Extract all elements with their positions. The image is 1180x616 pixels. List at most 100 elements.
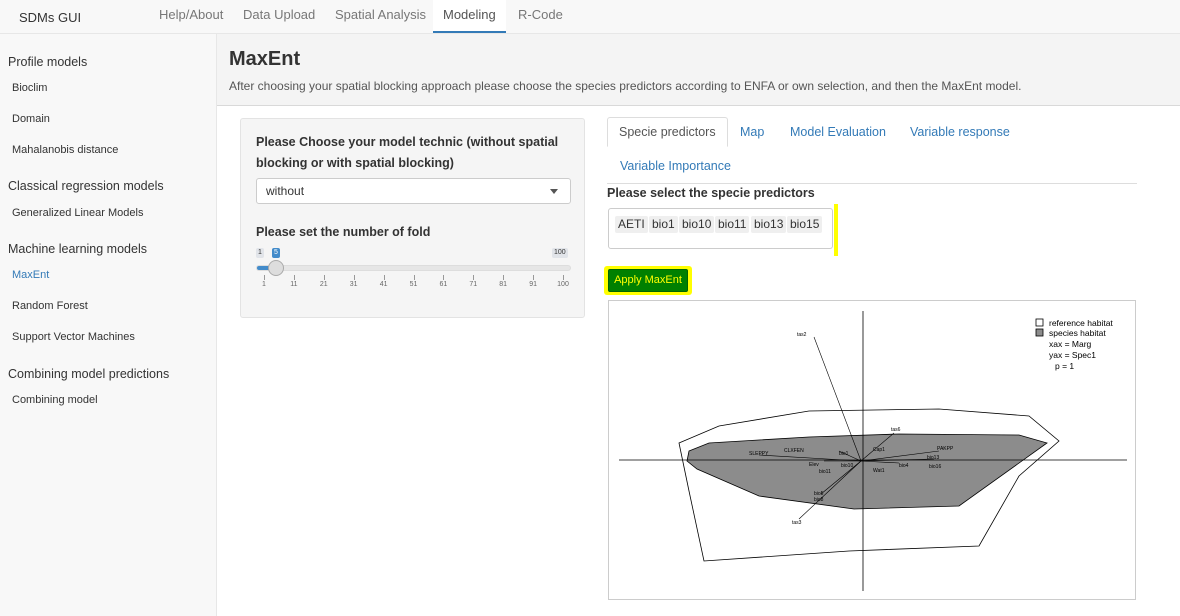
sidebar-item-random-forest[interactable]: Random Forest [12, 300, 88, 312]
svg-text:PAKPP: PAKPP [937, 446, 954, 452]
svg-text:Cap1: Cap1 [873, 447, 885, 453]
tab-specie-predictors[interactable]: Specie predictors [607, 117, 728, 147]
slider-tick-label: 1 [262, 281, 266, 288]
slider-tick-label: 11 [290, 281, 298, 288]
legend-yax-label: yax = Spec1 [1049, 350, 1096, 360]
technic-label-line2: blocking or with spatial blocking) [256, 156, 454, 170]
svg-text:tas2: tas2 [797, 332, 807, 338]
sidebar-item-mahalanobis[interactable]: Mahalanobis distance [12, 144, 118, 156]
options-panel: Please Choose your model technic (withou… [240, 118, 585, 318]
nav-tab-spatial-analysis[interactable]: Spatial Analysis [325, 0, 436, 33]
nav-tab-help-about[interactable]: Help/About [149, 0, 233, 33]
predictor-chip[interactable]: bio1 [649, 216, 678, 233]
chevron-down-icon [550, 189, 558, 194]
sidebar-item-maxent[interactable]: MaxEnt [12, 269, 49, 281]
technic-label-line1: Please Choose your model technic (withou… [256, 135, 559, 149]
enfa-plot: tas2 tas3 tas6 SLEPPY CLXFEN PAKPP bio13… [608, 300, 1136, 600]
legend-p-label: p = 1 [1055, 361, 1074, 371]
highlight-marker [834, 204, 838, 256]
slider-max-label: 100 [552, 248, 568, 258]
nav-tab-data-upload[interactable]: Data Upload [233, 0, 325, 33]
fold-slider-handle[interactable] [268, 260, 284, 276]
sidebar-item-svm[interactable]: Support Vector Machines [12, 331, 135, 343]
slider-tick [443, 275, 445, 280]
slider-tick [293, 275, 295, 280]
predictor-chip[interactable]: bio13 [751, 216, 787, 233]
enfa-plot-svg: tas2 tas3 tas6 SLEPPY CLXFEN PAKPP bio13… [619, 311, 1127, 591]
slider-tick-label: 61 [439, 281, 448, 288]
slider-tick-label: 41 [379, 281, 388, 288]
predictors-label: Please select the specie predictors [607, 186, 815, 200]
legend-reference-swatch [1035, 318, 1044, 327]
top-navbar: SDMs GUI Help/About Data Upload Spatial … [0, 0, 1180, 34]
nav-tab-modeling[interactable]: Modeling [433, 0, 506, 33]
slider-tick-label: 100 [557, 281, 569, 288]
apply-maxent-button[interactable]: Apply MaxEnt [608, 269, 688, 292]
slider-tick [264, 275, 265, 280]
slider-tick [563, 275, 564, 280]
slider-tick-label: 51 [409, 281, 418, 288]
svg-text:bio13: bio13 [927, 455, 939, 461]
legend-species-label: species habitat [1049, 328, 1106, 338]
svg-text:bio11: bio11 [819, 469, 831, 475]
slider-tick [383, 275, 385, 280]
technic-select-value: without [266, 184, 305, 198]
slider-min-label: 1 [256, 248, 264, 258]
tab-variable-importance[interactable]: Variable Importance [620, 159, 731, 173]
app-brand[interactable]: SDMs GUI [19, 10, 81, 25]
legend-xax-label: xax = Marg [1049, 339, 1092, 349]
svg-text:Elev: Elev [809, 462, 819, 468]
slider-tick [413, 275, 415, 280]
predictor-chip[interactable]: AETI [615, 216, 648, 233]
svg-text:bio4: bio4 [899, 463, 909, 469]
slider-tick [323, 275, 325, 280]
legend-reference-label: reference habitat [1049, 318, 1113, 328]
sidebar-heading-combining: Combining model predictions [8, 367, 170, 381]
slider-tick-label: 31 [349, 281, 358, 288]
slider-tick [533, 275, 535, 280]
sidebar-item-glm[interactable]: Generalized Linear Models [12, 207, 143, 219]
slider-tick-label: 71 [469, 281, 478, 288]
plot-legend: reference habitat species habitat xax = … [1035, 318, 1113, 371]
slider-value-label: 5 [272, 248, 280, 258]
slider-tick-label: 91 [529, 281, 537, 288]
sidebar-heading-profile: Profile models [8, 55, 88, 69]
slider-tick [473, 275, 475, 280]
sidebar: Profile models Bioclim Domain Mahalanobi… [0, 34, 217, 616]
svg-text:bio16: bio16 [929, 464, 941, 470]
svg-text:SLEPPY: SLEPPY [749, 451, 769, 457]
slider-tick-label: 81 [499, 281, 508, 288]
result-tabs: Specie predictors Map Model Evaluation V… [607, 117, 1137, 184]
page-subtitle: After choosing your spatial blocking app… [229, 79, 1022, 93]
technic-select[interactable]: without [256, 178, 571, 204]
svg-text:tas3: tas3 [792, 520, 802, 526]
predictors-select[interactable]: AETI bio1 bio10 bio11 bio13 bio15 [608, 208, 833, 249]
sidebar-heading-ml: Machine learning models [8, 242, 147, 256]
apply-button-highlight: Apply MaxEnt [604, 266, 692, 295]
svg-text:tas6: tas6 [891, 427, 901, 433]
page-title: MaxEnt [229, 48, 301, 70]
content-header: MaxEnt After choosing your spatial block… [217, 34, 1180, 106]
nav-tab-r-code[interactable]: R-Code [508, 0, 573, 33]
svg-text:bio1: bio1 [839, 451, 849, 457]
tab-variable-response[interactable]: Variable response [910, 125, 1010, 139]
fold-label: Please set the number of fold [256, 225, 431, 239]
slider-tick [353, 275, 355, 280]
fold-slider-track[interactable] [256, 265, 571, 271]
sidebar-heading-regression: Classical regression models [8, 179, 164, 193]
svg-text:CLXFEN: CLXFEN [784, 448, 804, 454]
svg-text:Wat1: Wat1 [873, 468, 885, 474]
tab-map[interactable]: Map [740, 125, 764, 139]
sidebar-item-domain[interactable]: Domain [12, 113, 50, 125]
predictor-chip[interactable]: bio15 [787, 216, 823, 233]
sidebar-item-bioclim[interactable]: Bioclim [12, 82, 47, 94]
predictor-chip[interactable]: bio11 [715, 216, 750, 233]
svg-text:bio8: bio8 [814, 497, 824, 503]
svg-text:bio10: bio10 [841, 463, 853, 469]
sidebar-item-combining-model[interactable]: Combining model [12, 394, 98, 406]
legend-species-swatch [1035, 328, 1044, 337]
slider-tick-label: 21 [319, 281, 328, 288]
slider-tick [503, 275, 505, 280]
predictor-chip[interactable]: bio10 [679, 216, 715, 233]
tab-model-evaluation[interactable]: Model Evaluation [790, 125, 886, 139]
